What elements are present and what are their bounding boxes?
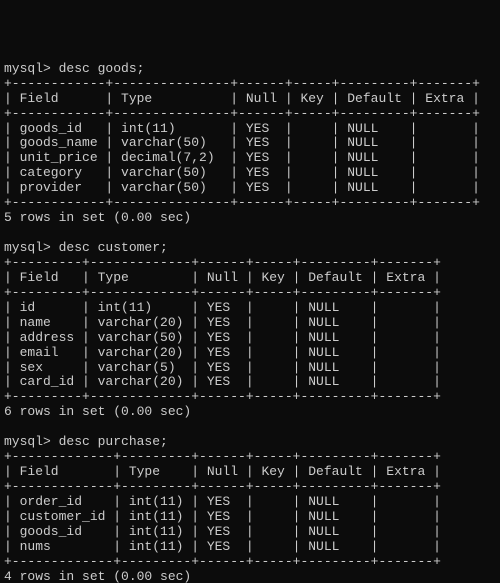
terminal-output: mysql> desc goods; +------------+-------… bbox=[0, 60, 500, 583]
